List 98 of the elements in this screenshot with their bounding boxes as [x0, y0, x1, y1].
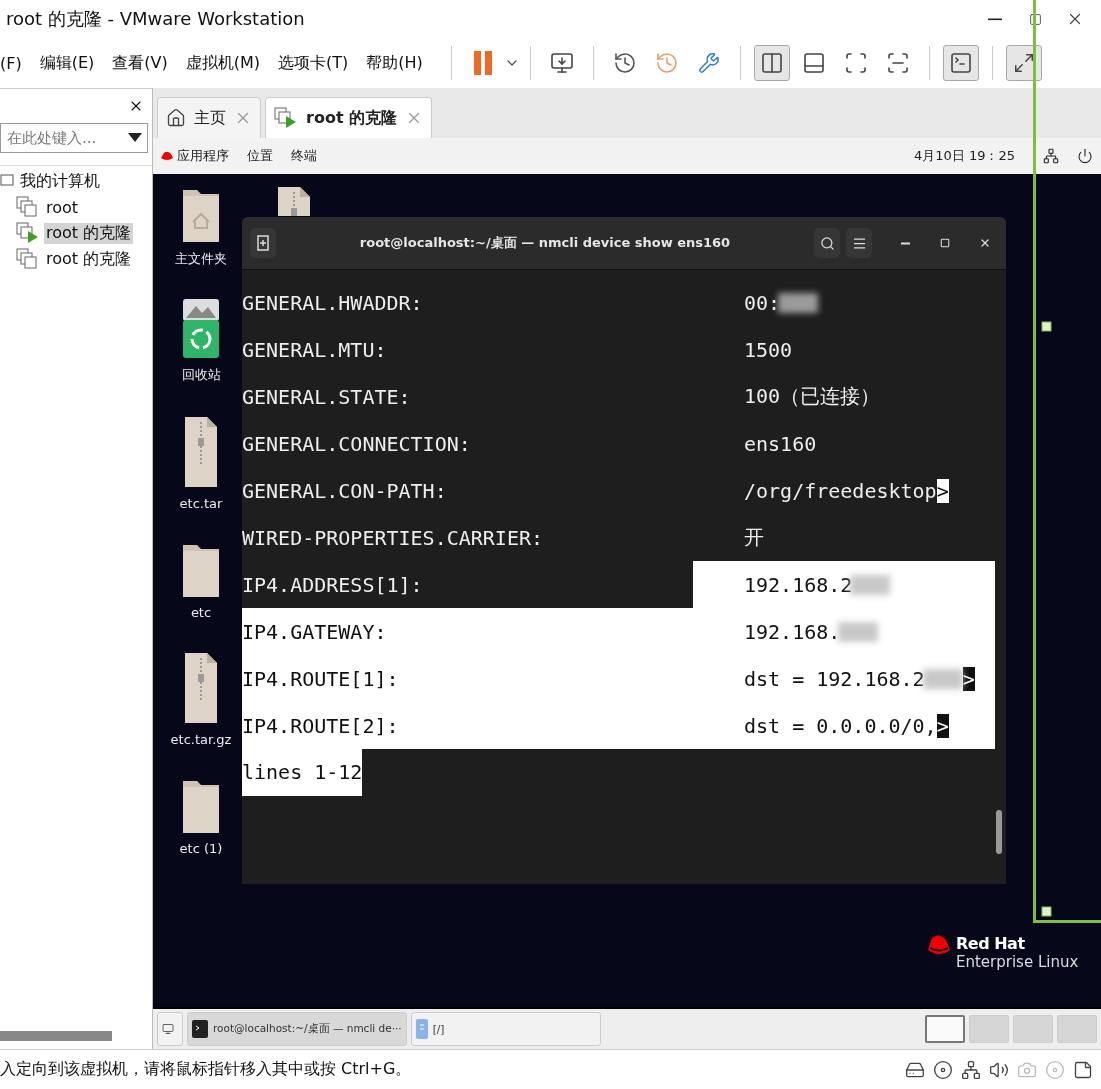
terminal-text: IP4.ROUTE[1]:	[242, 655, 693, 702]
top-bar-menu[interactable]: 应用程序	[177, 147, 229, 165]
network-icon[interactable]	[1043, 148, 1059, 164]
tree-item[interactable]: 我的计算机	[18, 170, 102, 192]
terminal-text: 开	[744, 524, 764, 551]
terminal-text: 192.168.	[744, 619, 841, 644]
icon-label[interactable]: etc.tar	[179, 496, 223, 511]
terminal-text: dst = 0.0.0.0/0,	[744, 713, 937, 738]
status-message: 入定向到该虚拟机，请将鼠标指针移入其中或按 Ctrl+G。	[0, 1059, 413, 1080]
pause-icon	[473, 51, 492, 75]
computer-icon	[0, 174, 14, 188]
truncation-marker: >	[936, 713, 949, 738]
fullscreen-icon	[843, 51, 868, 75]
taskbar-button[interactable]: [/]	[410, 1012, 601, 1046]
tree-item[interactable]: root 的克隆	[44, 248, 134, 270]
terminal-title: root@localhost:~/桌面 — nmcli device show ens160	[358, 234, 732, 252]
pager-status: lines 1-12	[242, 749, 363, 796]
logo-text: Enterprise Linux	[956, 953, 1079, 971]
clock-icon	[654, 51, 679, 75]
terminal-text: GENERAL.STATE:	[242, 383, 412, 411]
clock-icon	[612, 51, 637, 75]
icon-label[interactable]: etc.tar.gz	[170, 732, 232, 747]
archive-file-icon[interactable]	[277, 184, 311, 216]
power-icon[interactable]	[1077, 148, 1093, 164]
menu-icon	[851, 235, 867, 251]
show-desktop-button[interactable]	[157, 1012, 183, 1046]
terminal-text: GENERAL.MTU:	[242, 336, 388, 364]
wrench-icon	[697, 52, 720, 74]
search-button[interactable]	[814, 228, 840, 258]
menu-item[interactable]: 帮助(H)	[366, 52, 423, 74]
terminal-icon	[948, 51, 973, 75]
terminal-text: GENERAL.CON-PATH:	[242, 477, 448, 505]
taskbar-button[interactable]: root@localhost:~/桌面 — nmcli de···	[187, 1012, 407, 1046]
window-icon	[162, 1023, 174, 1035]
new-tab-icon	[257, 235, 269, 251]
crossed-frame-icon	[885, 51, 910, 75]
running-vm-icon	[274, 107, 298, 129]
resize-icon	[1012, 52, 1035, 74]
tree-item[interactable]: root	[44, 197, 81, 217]
dropdown-arrow-icon[interactable]	[128, 133, 142, 143]
terminal-text: WIRED-PROPERTIES.CARRIER:	[242, 524, 545, 552]
terminal-text: GENERAL.CONNECTION:	[242, 430, 472, 458]
tree-item[interactable]: root 的克隆	[44, 222, 134, 244]
terminal-text: 1500	[744, 337, 793, 362]
terminal-text: 192.168.2	[744, 572, 853, 597]
logo-text: Red Hat	[956, 934, 1026, 953]
new-tab-button[interactable]	[250, 228, 276, 258]
tab[interactable]: 主页	[157, 97, 261, 138]
icon-label[interactable]: etc	[190, 605, 212, 620]
menu-item[interactable]: 选项卡(T)	[278, 52, 349, 74]
terminal-icon	[192, 1020, 208, 1038]
icon-label[interactable]: 主文件夹	[175, 250, 227, 268]
search-field[interactable]: 在此处键入...	[0, 123, 148, 153]
note-icon[interactable]	[1073, 1059, 1093, 1080]
workspace-button[interactable]	[925, 1015, 965, 1043]
scrollbar-thumb[interactable]	[0, 1031, 112, 1041]
terminal-text: IP4.GATEWAY:	[242, 608, 693, 655]
tab[interactable]: root 的克隆	[265, 97, 433, 138]
menu-item[interactable]: 查看(V)	[112, 52, 168, 74]
menu-item[interactable]: 编辑(E)	[39, 52, 95, 74]
top-bar-menu[interactable]: 位置	[247, 147, 273, 165]
menu-button[interactable]	[846, 228, 872, 258]
window-title: root 的克隆 - VMware Workstation	[6, 7, 306, 31]
maximize-icon	[940, 238, 950, 248]
file-manager-icon	[415, 1019, 428, 1039]
terminal-text: IP4.ADDRESS[1]:	[242, 571, 424, 599]
terminal-text: IP4.ROUTE[2]:	[242, 702, 693, 749]
terminal-text: GENERAL.HWADDR:	[242, 289, 424, 317]
home-icon	[166, 108, 186, 128]
search-icon	[819, 235, 835, 251]
terminal-text: ens160	[744, 431, 817, 456]
cd-icon[interactable]	[933, 1059, 953, 1080]
hat-icon	[161, 151, 173, 161]
trash-icon[interactable]	[182, 298, 220, 360]
library-view-button[interactable]	[753, 45, 790, 81]
terminal-text: 00:	[744, 290, 781, 315]
menu-item[interactable]: 虚拟机(M)	[185, 52, 260, 74]
minimize-icon	[988, 17, 1002, 21]
close-icon	[979, 237, 991, 249]
icon-label[interactable]: 回收站	[181, 366, 221, 384]
top-bar-menu[interactable]: 终端	[291, 147, 317, 165]
minimize-icon	[900, 241, 910, 245]
truncation-marker: >	[936, 478, 949, 503]
panel-icon	[801, 51, 826, 75]
console-button[interactable]	[942, 45, 979, 81]
archive-file-icon[interactable]	[184, 414, 218, 490]
icon-label[interactable]: etc (1)	[179, 841, 223, 856]
maximize-icon	[1028, 12, 1042, 26]
sidebar-icon	[759, 51, 784, 75]
terminal-text: /org/freedesktop	[744, 478, 937, 503]
network-icon[interactable]	[961, 1059, 981, 1080]
monitor-icon	[549, 51, 574, 75]
scrollbar-thumb[interactable]	[996, 810, 1002, 854]
clock[interactable]: 4月10日 19：25	[913, 147, 1015, 165]
terminal-text: dst = 192.168.2	[744, 666, 925, 691]
terminal-text: 100（已连接）	[744, 383, 881, 410]
menu-item[interactable]: (F)	[0, 53, 22, 73]
archive-file-icon[interactable]	[184, 650, 218, 726]
